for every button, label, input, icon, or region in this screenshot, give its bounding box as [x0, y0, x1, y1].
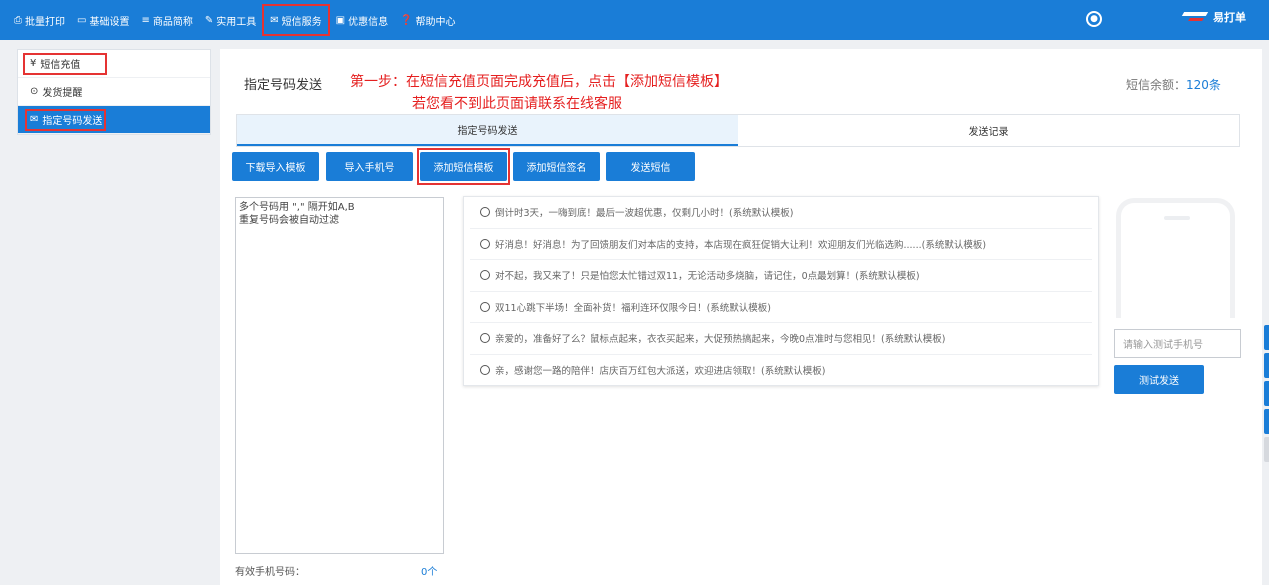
main-panel: 指定号码发送 第一步：在短信充值页面完成充值后，点击【添加短信模板】 若您看不到… [220, 49, 1262, 585]
template-text: 亲，感谢您一路的陪伴！店庆百万红包大派送，欢迎进店领取！(系统默认模板) [495, 366, 826, 378]
brand-logo: 易打单 [1181, 9, 1246, 25]
wrench-icon: ✎ [204, 14, 214, 26]
nav-label: 帮助中心 [415, 16, 456, 28]
main-nav: ⎙ 批量打印 ▭ 基础设置 ≡ 商品简称 ✎ 实用工具 ✉ 短信服务 ▣ 优惠信… [8, 0, 462, 40]
phone-speaker-icon [1164, 216, 1190, 220]
template-option[interactable]: 双11心跳下半场！全面补货！福利连环仅限今日！(系统默认模板) [470, 292, 1092, 323]
radio-icon[interactable] [480, 301, 490, 312]
test-send-button[interactable]: 测试发送 [1114, 365, 1204, 394]
template-text: 对不起，我又来了！只是怕您太忙错过双11，无论活动多烧脑，请记住，0点最划算！(… [495, 271, 920, 283]
template-list: 倒计时3天，一嗨到底！最后一波超优惠，仅剩几小时！(系统默认模板) 好消息！好消… [463, 196, 1099, 386]
sidebar-item-sms-recharge[interactable]: ¥ 短信充值 [18, 50, 210, 78]
sidebar-item-label: 发货提醒 [42, 88, 83, 99]
radio-icon[interactable] [480, 270, 490, 281]
floating-side-tabs [1264, 325, 1269, 465]
radio-icon[interactable] [480, 238, 490, 249]
template-text: 好消息！好消息！为了回馈朋友们对本店的支持，本店现在疯狂促销大让利！欢迎朋友们光… [495, 239, 987, 251]
nav-help[interactable]: ❓ 帮助中心 [394, 6, 461, 34]
sidebar-item-shipping-reminder[interactable]: ⊙ 发货提醒 [18, 78, 210, 106]
template-option[interactable]: 对不起，我又来了！只是怕您太忙错过双11，无论活动多烧脑，请记住，0点最划算！(… [470, 260, 1092, 292]
nav-label: 基础设置 [89, 16, 130, 28]
phone-numbers-textarea[interactable]: 多个号码用 "," 隔开如A,B 重复号码会被自动过滤 [235, 197, 444, 554]
template-option[interactable]: 好消息！好消息！为了回馈朋友们对本店的支持，本店现在疯狂促销大让利！欢迎朋友们光… [470, 229, 1092, 260]
template-option[interactable]: 倒计时3天，一嗨到底！最后一波超优惠，仅剩几小时！(系统默认模板) [470, 197, 1092, 229]
side-tab[interactable] [1264, 437, 1269, 462]
nav-batch-print[interactable]: ⎙ 批量打印 [8, 6, 71, 34]
side-tab[interactable] [1264, 353, 1269, 378]
radio-icon[interactable] [480, 365, 490, 376]
valid-numbers-label: 有效手机号码： [235, 567, 305, 578]
clock-icon: ⊙ [30, 86, 39, 97]
monitor-icon: ▭ [77, 14, 87, 26]
help-icon: ❓ [400, 14, 413, 26]
coupon-icon: ▣ [335, 14, 346, 26]
download-template-button[interactable]: 下载导入模板 [232, 152, 319, 181]
valid-numbers-count: 0个 [421, 567, 438, 578]
highlight-box [417, 148, 510, 185]
instruction-note: 第一步：在短信充值页面完成充值后，点击【添加短信模板】 [350, 74, 728, 90]
add-sms-signature-button[interactable]: 添加短信签名 [513, 152, 600, 181]
side-tab[interactable] [1264, 325, 1269, 350]
nav-tools[interactable]: ✎ 实用工具 [199, 6, 262, 34]
sidebar-item-send-to-numbers[interactable]: ✉ 指定号码发送 [18, 106, 210, 134]
user-avatar-icon[interactable]: ● [1086, 11, 1102, 27]
template-text: 亲爱的，准备好了么？鼠标点起来，衣衣买起来，大促预热搞起来，今晚0点准时与您相见… [495, 334, 946, 346]
page-title: 指定号码发送 [244, 78, 323, 93]
template-text: 倒计时3天，一嗨到底！最后一波超优惠，仅剩几小时！(系统默认模板) [495, 208, 794, 220]
envelope-icon: ✉ [270, 14, 279, 26]
print-icon: ⎙ [14, 14, 22, 26]
nav-promotions[interactable]: ▣ 优惠信息 [330, 6, 394, 34]
import-phones-button[interactable]: 导入手机号 [326, 152, 413, 181]
nav-label: 短信服务 [281, 16, 322, 28]
nav-sms-service[interactable]: ✉ 短信服务 [262, 4, 330, 36]
radio-icon[interactable] [480, 207, 490, 218]
instruction-note-secondary: 若您看不到此页面请联系在线客服 [412, 96, 622, 112]
radio-icon[interactable] [480, 333, 490, 344]
send-sms-button[interactable]: 发送短信 [606, 152, 695, 181]
phone-preview-screen [1121, 230, 1230, 318]
balance-label: 短信余额： [1126, 78, 1187, 92]
template-option[interactable]: 亲爱的，准备好了么？鼠标点起来，衣衣买起来，大促预热搞起来，今晚0点准时与您相见… [470, 323, 1092, 355]
tab-send-to-numbers[interactable]: 指定号码发送 [237, 115, 738, 146]
top-navbar: ⎙ 批量打印 ▭ 基础设置 ≡ 商品简称 ✎ 实用工具 ✉ 短信服务 ▣ 优惠信… [0, 0, 1269, 40]
balance-value: 120条 [1186, 78, 1221, 92]
side-tab[interactable] [1264, 409, 1269, 434]
sms-balance: 短信余额：120条 [1126, 76, 1221, 93]
list-icon: ≡ [141, 14, 150, 26]
brand-name: 易打单 [1213, 11, 1246, 24]
nav-basic-settings[interactable]: ▭ 基础设置 [71, 6, 135, 34]
sidebar: ¥ 短信充值 ⊙ 发货提醒 ✉ 指定号码发送 [17, 49, 211, 135]
tab-send-records[interactable]: 发送记录 [738, 115, 1239, 146]
highlight-box [25, 109, 106, 131]
brand-mark-icon [1181, 9, 1209, 25]
nav-label: 优惠信息 [348, 16, 389, 28]
side-tab[interactable] [1264, 381, 1269, 406]
tab-bar: 指定号码发送 发送记录 [236, 114, 1240, 147]
nav-label: 实用工具 [216, 16, 257, 28]
template-text: 双11心跳下半场！全面补货！福利连环仅限今日！(系统默认模板) [495, 302, 772, 314]
nav-label: 商品简称 [152, 16, 193, 28]
nav-product-abbr[interactable]: ≡ 商品简称 [135, 6, 198, 34]
template-option[interactable]: 亲，感谢您一路的陪伴！店庆百万红包大派送，欢迎进店领取！(系统默认模板) [470, 355, 1092, 387]
test-phone-input[interactable]: 请输入测试手机号 [1114, 329, 1241, 358]
nav-label: 批量打印 [25, 16, 65, 28]
highlight-box [23, 53, 107, 75]
